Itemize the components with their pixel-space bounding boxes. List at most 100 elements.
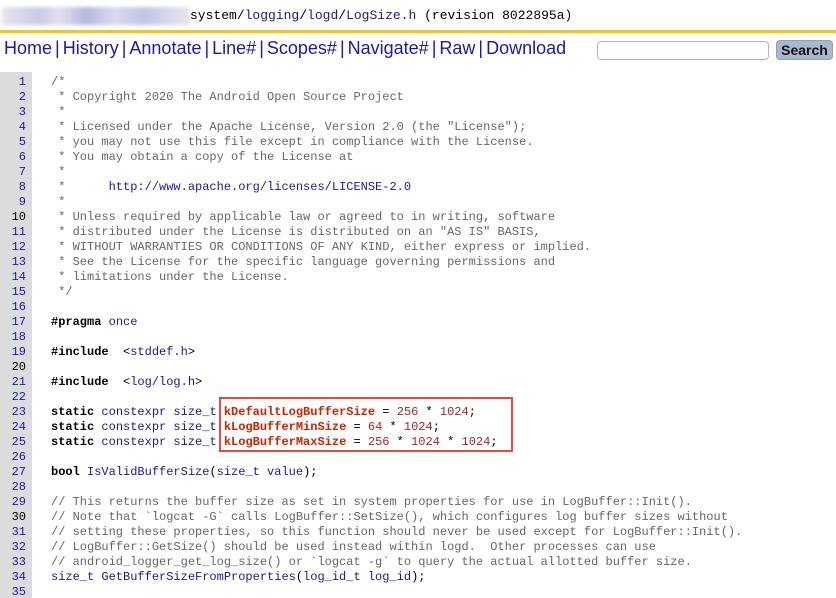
- code-line: * http://www.apache.org/licenses/LICENSE…: [51, 180, 411, 195]
- line-number[interactable]: 28: [0, 480, 26, 495]
- nav-annotate[interactable]: Annotate: [129, 38, 201, 58]
- accent-rule: [0, 30, 836, 33]
- code-line: *: [51, 105, 65, 120]
- code-token: constexpr size_t: [94, 420, 224, 434]
- code-token: #include: [51, 345, 109, 359]
- code-token: constexpr size_t: [94, 435, 224, 449]
- code-token: *: [51, 180, 109, 194]
- line-number[interactable]: 32: [0, 540, 26, 555]
- code-token: // setting these properties, so this fun…: [51, 525, 743, 539]
- nav-navigate[interactable]: Navigate#: [348, 38, 429, 58]
- line-number[interactable]: 6: [0, 150, 26, 165]
- code-line: * WITHOUT WARRANTIES OR CONDITIONS OF AN…: [51, 240, 591, 255]
- nav-separator: |: [121, 38, 127, 58]
- line-number[interactable]: 10: [0, 210, 26, 225]
- code-token: size_t GetBufferSizeFromProperties: [51, 570, 296, 584]
- line-number[interactable]: 4: [0, 120, 26, 135]
- code-token: stddef.h: [130, 345, 188, 359]
- nav-download[interactable]: Download: [486, 38, 566, 58]
- line-number[interactable]: 26: [0, 450, 26, 465]
- code-line: *: [51, 195, 65, 210]
- line-number[interactable]: 14: [0, 270, 26, 285]
- path-link[interactable]: logd: [307, 8, 338, 23]
- nav-separator: |: [339, 38, 345, 58]
- code-line: * Copyright 2020 The Android Open Source…: [51, 90, 404, 105]
- code-line: // This returns the buffer size as set i…: [51, 495, 692, 510]
- nav-separator: |: [478, 38, 484, 58]
- code-token: * Copyright 2020 The Android Open Source…: [51, 90, 404, 104]
- code-token: log_id_t log_id: [303, 570, 412, 584]
- search-input[interactable]: [597, 41, 769, 60]
- code-token: >: [195, 375, 203, 389]
- highlight-box: [219, 397, 513, 452]
- code-token: (: [209, 465, 217, 479]
- code-line: *: [51, 165, 65, 180]
- line-number[interactable]: 19: [0, 345, 26, 360]
- line-number[interactable]: 33: [0, 555, 26, 570]
- code-token: * Unless required by applicable law or a…: [51, 210, 556, 224]
- path-link[interactable]: LogSize.h: [346, 8, 416, 23]
- code-token: // LogBuffer::GetSize() should be used i…: [51, 540, 656, 554]
- line-number[interactable]: 7: [0, 165, 26, 180]
- line-number[interactable]: 34: [0, 570, 26, 585]
- path-text: /: [299, 8, 308, 23]
- code-token: */: [51, 285, 73, 299]
- code-token: );: [411, 570, 426, 584]
- nav-line[interactable]: Line#: [212, 38, 256, 58]
- code-token: <: [108, 345, 131, 359]
- search-button[interactable]: Search: [776, 40, 833, 60]
- title-bar: system/logging/logd/LogSize.h (revision …: [0, 0, 836, 30]
- code-line: // LogBuffer::GetSize() should be used i…: [51, 540, 656, 555]
- path-text: system: [190, 8, 237, 23]
- code-line: #include <log/log.h>: [51, 375, 202, 390]
- line-number[interactable]: 29: [0, 495, 26, 510]
- code-token: * distributed under the License is distr…: [51, 225, 541, 239]
- code-token: // Note that `logcat -G` calls LogBuffer…: [51, 510, 728, 524]
- nav-home[interactable]: Home: [4, 38, 52, 58]
- code-token: static: [51, 405, 95, 419]
- line-number[interactable]: 2: [0, 90, 26, 105]
- code-line: // android_logger_get_log_size() or `log…: [51, 555, 692, 570]
- code-token: IsValidBufferSize: [79, 465, 210, 479]
- line-number[interactable]: 9: [0, 195, 26, 210]
- line-number[interactable]: 18: [0, 330, 26, 345]
- line-number[interactable]: 17: [0, 315, 26, 330]
- line-number[interactable]: 25: [0, 435, 26, 450]
- line-number[interactable]: 20: [0, 360, 26, 375]
- blurred-path-prefix: [2, 7, 190, 25]
- code-line: // setting these properties, so this fun…: [51, 525, 742, 540]
- code-token: *: [51, 165, 66, 179]
- line-number[interactable]: 5: [0, 135, 26, 150]
- code-token: static: [51, 435, 95, 449]
- line-number[interactable]: 31: [0, 525, 26, 540]
- line-number[interactable]: 11: [0, 225, 26, 240]
- line-number[interactable]: 13: [0, 255, 26, 270]
- line-number[interactable]: 27: [0, 465, 26, 480]
- path-link[interactable]: logging: [245, 8, 300, 23]
- line-number[interactable]: 8: [0, 180, 26, 195]
- code-token: // android_logger_get_log_size() or `log…: [51, 555, 692, 569]
- line-number[interactable]: 1: [0, 75, 26, 90]
- line-number[interactable]: 15: [0, 285, 26, 300]
- nav-separator: |: [204, 38, 210, 58]
- line-number[interactable]: 30: [0, 510, 26, 525]
- nav-history[interactable]: History: [63, 38, 119, 58]
- line-number[interactable]: 3: [0, 105, 26, 120]
- code-token: );: [303, 465, 318, 479]
- line-number[interactable]: 21: [0, 375, 26, 390]
- line-number[interactable]: 22: [0, 390, 26, 405]
- code-token: * See the License for the specific langu…: [51, 255, 556, 269]
- line-number[interactable]: 16: [0, 300, 26, 315]
- nav-raw[interactable]: Raw: [439, 38, 475, 58]
- code-line: * distributed under the License is distr…: [51, 225, 541, 240]
- code-line: * See the License for the specific langu…: [51, 255, 555, 270]
- line-number[interactable]: 12: [0, 240, 26, 255]
- line-number[interactable]: 35: [0, 585, 26, 598]
- line-number[interactable]: 24: [0, 420, 26, 435]
- code-line: * Unless required by applicable law or a…: [51, 210, 555, 225]
- code-line: /*: [51, 75, 65, 90]
- code-token[interactable]: http://www.apache.org/licenses/LICENSE-2…: [109, 180, 411, 194]
- code-line: size_t GetBufferSizeFromProperties(log_i…: [51, 570, 425, 585]
- nav-scopes[interactable]: Scopes#: [267, 38, 337, 58]
- line-number[interactable]: 23: [0, 405, 26, 420]
